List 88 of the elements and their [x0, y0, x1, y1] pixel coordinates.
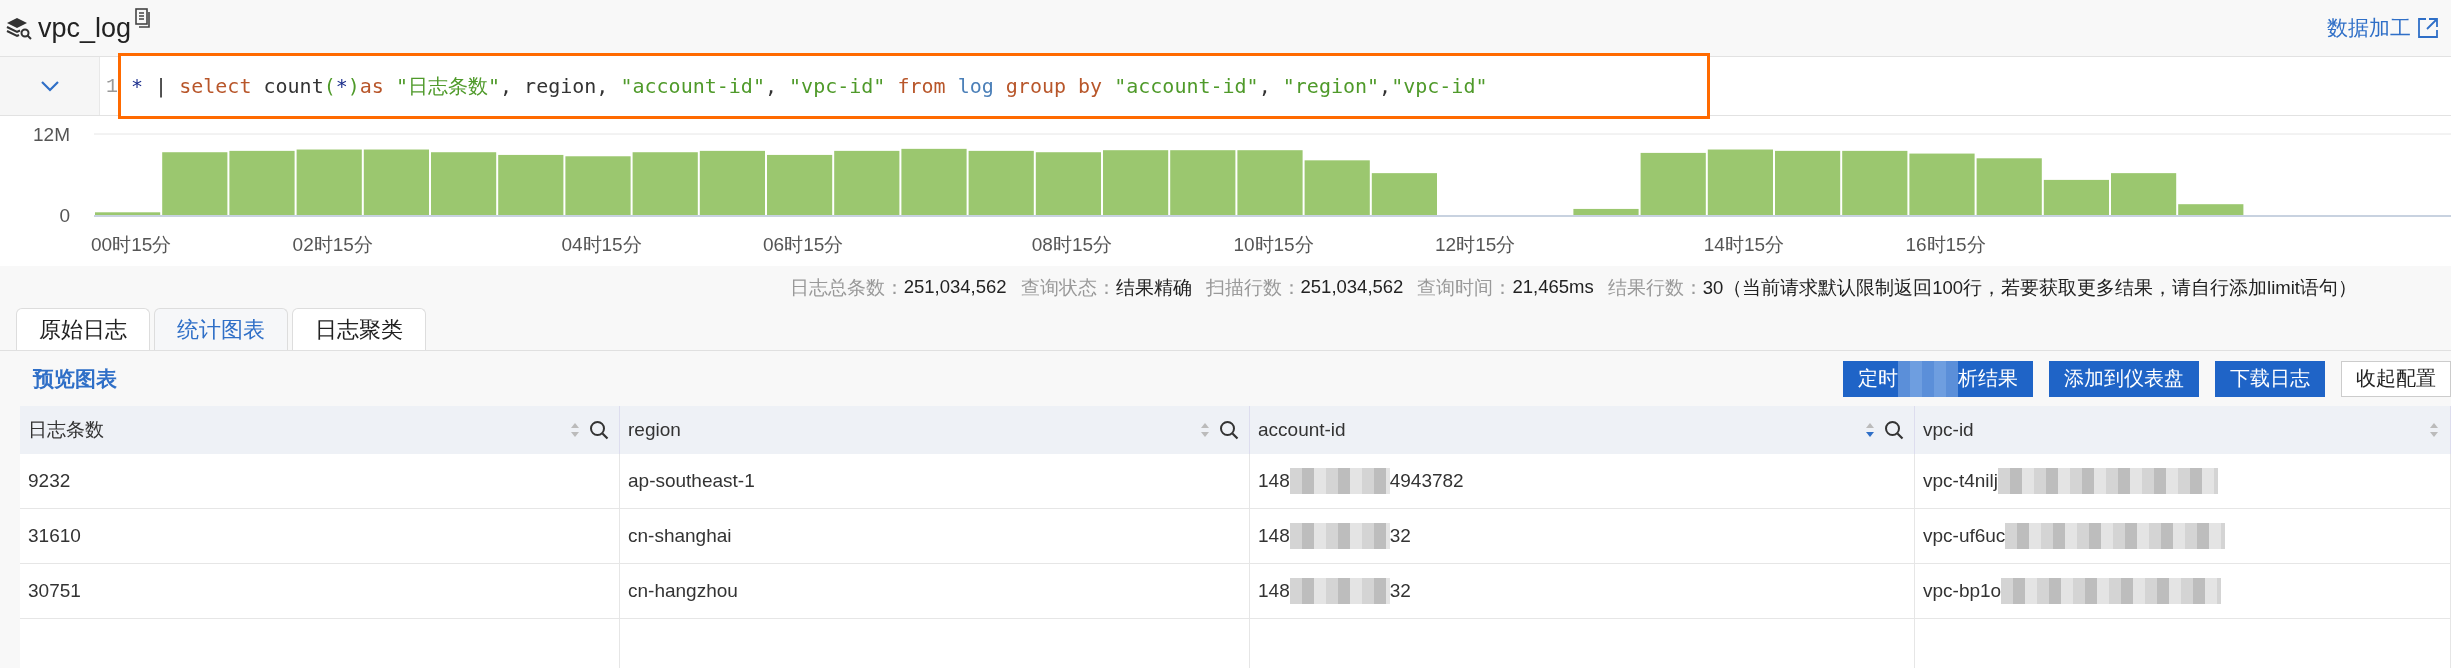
- histogram-bar[interactable]: [1640, 152, 1706, 215]
- action-button[interactable]: 下载日志: [2215, 360, 2325, 397]
- table-cell: 9232: [20, 454, 620, 509]
- table-cell: 30751: [20, 564, 620, 619]
- table-cell: 31610: [20, 509, 620, 564]
- histogram-bar[interactable]: [2111, 173, 2177, 215]
- histogram-bar[interactable]: [431, 152, 497, 215]
- axis-label: 14时15分: [1703, 234, 1785, 255]
- stat-label: 查询状态：: [1020, 275, 1116, 300]
- histogram-bar[interactable]: [1842, 150, 1908, 215]
- histogram-bar[interactable]: [767, 154, 833, 215]
- document-icon[interactable]: [135, 8, 152, 28]
- table-cell: vpc-bp1o: [1915, 564, 2451, 619]
- stat-value: 251,034,562: [903, 276, 1007, 298]
- column-header[interactable]: region: [620, 406, 1250, 454]
- external-link-icon[interactable]: [2417, 17, 2439, 39]
- action-button[interactable]: 添加到仪表盘: [2049, 360, 2199, 397]
- histogram-bar[interactable]: [1237, 150, 1303, 215]
- histogram-bar[interactable]: [1573, 208, 1639, 215]
- tab[interactable]: 日志聚类: [292, 308, 426, 350]
- histogram-bar[interactable]: [1103, 150, 1169, 215]
- logstore-title: vpc_log: [38, 12, 132, 44]
- histogram-bar[interactable]: [632, 152, 698, 215]
- histogram-bar[interactable]: [1775, 150, 1841, 215]
- histogram-bar[interactable]: [1304, 160, 1370, 215]
- axis-label: 12M: [33, 124, 70, 145]
- axis-label: 06时15分: [763, 234, 844, 255]
- table-cell: cn-hangzhou: [620, 564, 1250, 619]
- histogram-bar[interactable]: [363, 149, 429, 215]
- axis-label: 02时15分: [292, 234, 373, 255]
- histogram-bar[interactable]: [498, 154, 564, 215]
- histogram-bar[interactable]: [296, 149, 362, 215]
- axis-label: 08时15分: [1031, 234, 1113, 255]
- tab[interactable]: 统计图表: [154, 308, 288, 350]
- histogram-bar[interactable]: [834, 150, 900, 215]
- histogram-bar[interactable]: [2043, 179, 2109, 215]
- histogram-bar[interactable]: [1170, 150, 1236, 215]
- histogram-bar[interactable]: [162, 152, 228, 215]
- stat-value: 21,465ms: [1512, 276, 1594, 298]
- axis-label: 00时15分: [91, 234, 172, 255]
- axis-label: 10时15分: [1233, 234, 1314, 255]
- table-cell: 148 4943782: [1250, 454, 1915, 509]
- table-cell: vpc-t4nilj: [1915, 454, 2451, 509]
- table-cell: vpc-uf6uc: [1915, 509, 2451, 564]
- tab[interactable]: 原始日志: [16, 308, 150, 350]
- stat-label: 结果行数：: [1607, 275, 1703, 300]
- layers-search-icon: [6, 16, 32, 40]
- axis-label: 12时15分: [1435, 234, 1516, 255]
- stat-label: 日志总条数：: [789, 275, 904, 300]
- line-number: 1: [105, 74, 118, 98]
- table-cell: ap-southeast-1: [620, 454, 1250, 509]
- histogram-bar[interactable]: [2178, 204, 2244, 215]
- axis-label: 04时15分: [561, 234, 642, 255]
- histogram-bar[interactable]: [1909, 153, 1975, 215]
- histogram-bar[interactable]: [1707, 149, 1773, 215]
- query-editor[interactable]: * | select count(*)as "日志条数", region, "account-id", "vpc-id" from log group by "account-id", "region","vpc-id": [118, 53, 1710, 119]
- histogram-bar[interactable]: [229, 150, 295, 215]
- histogram-bar[interactable]: [901, 148, 967, 215]
- search-icon[interactable]: [1884, 420, 1904, 440]
- action-button[interactable]: 定时 析结果: [1843, 360, 2033, 397]
- stat-value: 251,034,562: [1300, 276, 1404, 298]
- column-header[interactable]: vpc-id: [1915, 406, 2451, 454]
- table-cell: 148 32: [1250, 509, 1915, 564]
- column-header[interactable]: account-id: [1250, 406, 1915, 454]
- stat-label: 扫描行数：: [1205, 275, 1301, 300]
- table-cell: cn-shanghai: [620, 509, 1250, 564]
- histogram-bar[interactable]: [1035, 152, 1101, 215]
- histogram-bar[interactable]: [1976, 158, 2042, 215]
- column-header[interactable]: 日志条数: [20, 406, 620, 454]
- histogram-bar[interactable]: [1371, 173, 1437, 215]
- axis-label: 16时15分: [1905, 234, 1986, 255]
- histogram-bar[interactable]: [968, 150, 1034, 215]
- stat-value: 结果精确: [1115, 275, 1192, 300]
- search-icon[interactable]: [1219, 420, 1239, 440]
- stat-label: 查询时间：: [1417, 275, 1513, 300]
- data-processing-link[interactable]: 数据加工: [2327, 14, 2439, 42]
- histogram-bar[interactable]: [565, 156, 631, 215]
- histogram-bar[interactable]: [699, 150, 765, 215]
- histogram-bar[interactable]: [95, 212, 161, 215]
- sort-icon[interactable]: [1864, 421, 1876, 439]
- action-button[interactable]: 收起配置: [2341, 360, 2451, 397]
- axis-label: 0: [59, 205, 70, 226]
- search-icon[interactable]: [589, 420, 609, 440]
- stat-value: 30（当前请求默认限制返回100行，若要获取更多结果，请自行添加limit语句）: [1702, 275, 2357, 300]
- table-cell: 148 32: [1250, 564, 1915, 619]
- collapse-button[interactable]: [0, 57, 100, 115]
- panel-title: 预览图表: [33, 365, 117, 392]
- chevron-down-icon: [39, 80, 60, 92]
